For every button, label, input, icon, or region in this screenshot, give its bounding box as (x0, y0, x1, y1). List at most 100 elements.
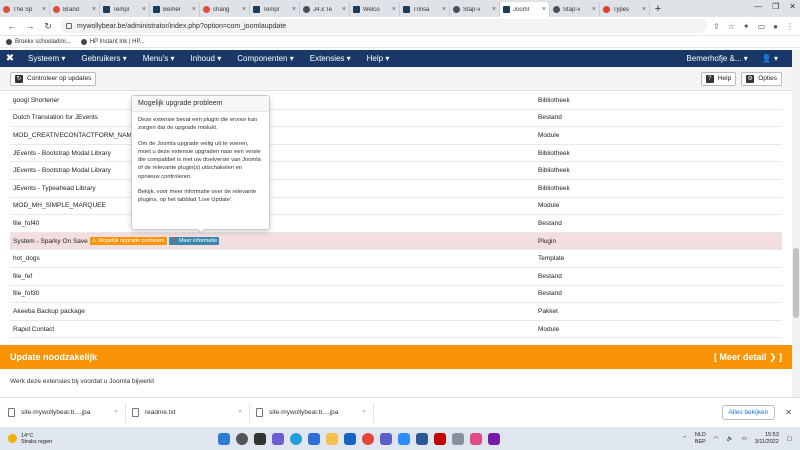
options-button[interactable]: ⚙ Opties (741, 71, 782, 86)
profile-icon[interactable]: ● (773, 22, 778, 31)
store-icon[interactable] (308, 432, 320, 445)
close-downloads-icon[interactable]: ✕ (785, 408, 792, 417)
download-item[interactable]: site-mywollybear.b....jpa ⌃ (8, 402, 126, 423)
tab-close-icon[interactable]: × (642, 6, 646, 13)
browser-tab[interactable]: Stap-v × (550, 2, 600, 17)
download-item[interactable]: readme.txt ⌃ (132, 402, 250, 423)
chrome-icon[interactable] (362, 432, 374, 445)
extension-type: Bestand (538, 114, 562, 122)
tab-close-icon[interactable]: × (242, 6, 246, 13)
maximize-icon[interactable]: ❐ (772, 2, 779, 11)
panel-title: Update noodzakelijk (10, 352, 98, 362)
widgets-icon[interactable] (272, 432, 284, 445)
browser-tab[interactable]: Trinsa × (400, 2, 450, 17)
search-icon[interactable] (236, 432, 248, 445)
scrollbar-thumb[interactable] (793, 248, 799, 318)
new-tab-icon[interactable]: + (650, 2, 666, 17)
windows-start-icon[interactable] (218, 432, 230, 445)
browser-tab[interactable]: Types × (600, 2, 650, 17)
minimize-icon[interactable]: — (754, 2, 762, 11)
browser-tab[interactable]: The Sp × (0, 2, 50, 17)
extension-name: JEvents - Bootstrap Modal Library (13, 149, 111, 157)
edge-icon[interactable] (290, 432, 302, 445)
tab-close-icon[interactable]: × (92, 6, 96, 13)
question-icon: ? (705, 74, 714, 83)
chevron-up-icon[interactable]: ⌃ (238, 409, 243, 417)
star-icon[interactable]: ☆ (728, 22, 735, 31)
menu-extensies[interactable]: Extensies ▾ (302, 54, 359, 63)
close-window-icon[interactable]: ✕ (789, 2, 796, 11)
task-view-icon[interactable] (254, 432, 266, 445)
wifi-icon[interactable]: ◠ (714, 436, 719, 442)
extensions-table: googl Shortener Bibliotheek Dutch Translat… (10, 92, 782, 339)
browser-tab[interactable]: Welco × (350, 2, 400, 17)
menu-gebruikers[interactable]: Gebruikers ▾ (73, 54, 134, 63)
extension-type: Pakket (538, 307, 558, 315)
back-icon[interactable]: ← (6, 21, 18, 31)
clock[interactable]: 15:53 3/11/2022 (755, 432, 779, 446)
share-icon[interactable]: ⇪ (713, 22, 720, 31)
check-updates-button[interactable]: ↻ Controleer op updates (10, 71, 97, 86)
battery-icon[interactable]: ▭ (742, 436, 747, 442)
word-icon[interactable] (416, 432, 428, 445)
browser-tab[interactable]: Bemer × (150, 2, 200, 17)
menu-inhoud[interactable]: Inhoud ▾ (183, 54, 230, 63)
chevron-up-icon[interactable]: ⌃ (682, 436, 687, 442)
photos-icon[interactable] (470, 432, 482, 445)
menu-menus[interactable]: Menu's ▾ (135, 54, 183, 63)
joomla-logo-icon[interactable]: ✖ (0, 53, 20, 64)
browser-tab[interactable]: J4.x:Te × (300, 2, 350, 17)
bookmark-item[interactable]: HP Instant Ink | HP... (80, 38, 145, 45)
forward-icon[interactable]: → (24, 21, 36, 31)
tab-favicon-icon (53, 6, 60, 13)
teams-icon[interactable] (380, 432, 392, 445)
user-menu[interactable]: 👤 ▾ (762, 54, 778, 63)
zoom-icon[interactable] (398, 432, 410, 445)
menu-icon[interactable]: ⋮ (786, 22, 794, 31)
notification-icon[interactable]: ▢ (787, 436, 792, 442)
volume-icon[interactable]: 🔈 (727, 436, 734, 442)
tab-close-icon[interactable]: × (142, 6, 146, 13)
browser-tab[interactable]: Jooml × (500, 2, 550, 17)
weather-widget[interactable]: 14°C Straks regen (8, 433, 158, 445)
tab-label: Templ (113, 6, 130, 13)
bookmark-item[interactable]: Broekx schooladmi... (6, 38, 71, 45)
tab-close-icon[interactable]: × (42, 6, 46, 13)
help-button[interactable]: ? Help (700, 71, 737, 86)
outlook-icon[interactable] (344, 432, 356, 445)
file-explorer-icon[interactable] (326, 432, 338, 445)
extensions-icon[interactable]: ✦ (743, 22, 750, 31)
chevron-up-icon[interactable]: ⌃ (114, 409, 119, 417)
browser-tab[interactable]: Templ × (250, 2, 300, 17)
menu-componenten[interactable]: Componenten ▾ (229, 54, 302, 63)
onenote-icon[interactable] (488, 432, 500, 445)
tab-close-icon[interactable]: × (592, 6, 596, 13)
tab-close-icon[interactable]: × (292, 6, 296, 13)
browser-tab[interactable]: Templ × (100, 2, 150, 17)
download-item[interactable]: site-mywollybear.b....jpa ⌃ (256, 402, 374, 423)
tab-close-icon[interactable]: × (192, 6, 196, 13)
browser-tab[interactable]: chang × (200, 2, 250, 17)
tab-close-icon[interactable]: × (342, 6, 346, 13)
filezilla-icon[interactable] (434, 432, 446, 445)
browser-tab[interactable]: Brand × (50, 2, 100, 17)
chevron-up-icon[interactable]: ⌃ (362, 409, 367, 417)
more-info-badge[interactable]: ❓ Meer informatie (168, 237, 220, 246)
tab-close-icon[interactable]: × (542, 6, 546, 13)
sidepanel-icon[interactable]: ▭ (758, 22, 766, 31)
site-link[interactable]: Bemerhofje &... ▾ (686, 54, 747, 63)
tab-close-icon[interactable]: × (492, 6, 496, 13)
menu-systeem[interactable]: Systeem ▾ (20, 54, 73, 63)
more-detail-link[interactable]: [ Meer detail ❯ ] (714, 352, 782, 363)
notes-icon[interactable] (452, 432, 464, 445)
reload-icon[interactable]: ↻ (42, 21, 54, 32)
url-input[interactable]: mywollybear.be/administrator/index.php?o… (60, 19, 708, 33)
page-scrollbar[interactable] (792, 50, 800, 397)
tab-close-icon[interactable]: × (392, 6, 396, 13)
menu-help[interactable]: Help ▾ (359, 54, 398, 63)
tab-close-icon[interactable]: × (442, 6, 446, 13)
show-all-downloads-button[interactable]: Alles bekijken (721, 405, 776, 420)
browser-tab[interactable]: Stap-v × (450, 2, 500, 17)
language-code[interactable]: NLD (695, 432, 706, 439)
upgrade-problem-badge[interactable]: ⚠ Mogelijk upgrade probleem (89, 237, 167, 246)
